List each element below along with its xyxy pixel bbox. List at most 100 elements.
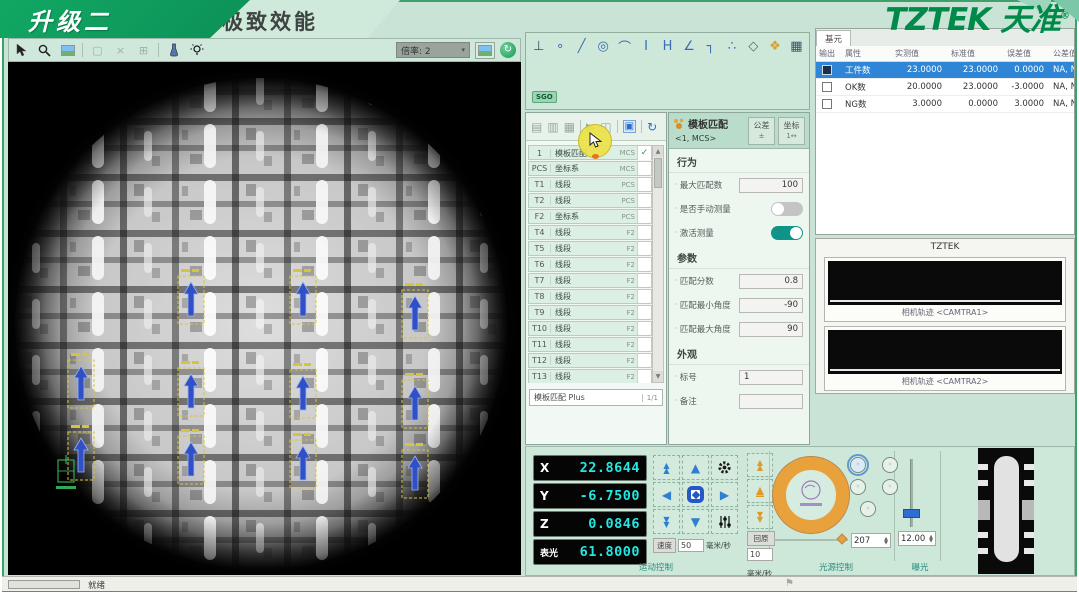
axes-icon[interactable]: ⊥	[532, 39, 545, 54]
row-checkbox[interactable]	[822, 99, 832, 109]
adjust-button[interactable]	[711, 509, 738, 534]
tab-primitives[interactable]: 基元	[816, 30, 851, 46]
steps-footer-tab[interactable]: 模板匹配 Plus1/1	[529, 389, 663, 406]
table-row[interactable]: 工件数 23.0000 23.0000 0.0000 NA, NA	[816, 62, 1074, 79]
list-item[interactable]: T10线段F2	[528, 321, 652, 336]
list-item[interactable]: PCS坐标系MCS	[528, 161, 652, 176]
light-channel-3[interactable]: ◦	[850, 479, 866, 495]
speed-field[interactable]: 50	[678, 539, 704, 552]
jog-up-fast-button[interactable]: ▲▲	[653, 455, 680, 480]
score-field[interactable]: 0.8	[739, 274, 803, 289]
jog-down-button[interactable]: ▼	[682, 509, 709, 534]
cursor-tool-icon[interactable]	[13, 42, 30, 59]
open-icon[interactable]: ▤	[531, 120, 542, 134]
step-name: 线段	[551, 355, 611, 366]
scroll-up-icon[interactable]: ▲	[653, 146, 663, 157]
z-up-fast-button[interactable]: ▲▲	[747, 453, 773, 477]
list-item[interactable]: T7线段F2	[528, 273, 652, 288]
table-icon[interactable]: ▦	[790, 39, 803, 54]
exposure-slider-handle[interactable]	[903, 509, 920, 518]
jog-wheel[interactable]	[773, 457, 849, 533]
jog-up-button[interactable]: ▲	[682, 455, 709, 480]
save-icon[interactable]: ▦	[564, 120, 575, 134]
list-item[interactable]: T12线段F2	[528, 353, 652, 368]
row-checkbox[interactable]	[822, 65, 832, 75]
sync-icon[interactable]: ↻	[500, 42, 516, 58]
home-button[interactable]: 回原	[747, 531, 775, 546]
slider-handle[interactable]	[836, 533, 847, 544]
snapshot-button[interactable]	[475, 42, 495, 59]
note-field[interactable]	[739, 394, 803, 409]
min-angle-field[interactable]: -90	[739, 298, 803, 313]
jog-down-fast-button[interactable]: ▼▼	[653, 509, 680, 534]
exposure-spinner[interactable]: 12.00▲▼	[898, 531, 936, 546]
width-icon[interactable]: Η	[661, 39, 674, 54]
z-down-fast-button[interactable]: ▼▼	[747, 505, 773, 529]
window-tool-icon[interactable]: ▢	[89, 42, 106, 59]
list-item[interactable]: T9线段F2	[528, 305, 652, 320]
cube-icon[interactable]: ❖	[768, 39, 781, 54]
image-tool-icon[interactable]	[59, 42, 76, 59]
scrollbar[interactable]: ▲▼	[652, 145, 664, 383]
scroll-thumb[interactable]	[654, 158, 662, 188]
table-row[interactable]: NG数 3.0000 0.0000 3.0000 NA, NA	[816, 96, 1074, 113]
camera-viewport[interactable]	[8, 62, 521, 575]
z-up-button[interactable]: ▲	[747, 479, 773, 503]
polygon-icon[interactable]: ◇	[747, 39, 760, 54]
close-tool-icon[interactable]: ×	[112, 42, 129, 59]
jog-right-button[interactable]: ▶	[711, 482, 738, 507]
scroll-down-icon[interactable]: ▼	[653, 371, 663, 382]
stop-button[interactable]	[682, 482, 709, 507]
light-channel-1[interactable]: ◦	[850, 457, 866, 473]
light-channel-5[interactable]: ◦	[860, 501, 876, 517]
stepper-icons[interactable]: ▲▼	[884, 537, 888, 545]
stepper-icons[interactable]: ▲▼	[929, 535, 933, 543]
scatter-icon[interactable]: ∴	[725, 39, 738, 54]
manual-measure-toggle[interactable]	[771, 202, 803, 216]
arc-icon[interactable]: ⌒	[618, 37, 631, 56]
coordinate-button[interactable]: 坐标1↔	[778, 117, 805, 145]
registered-mark: ®	[1060, 11, 1069, 22]
corner-icon[interactable]: ┐	[704, 39, 717, 54]
angle-icon[interactable]: ∠	[682, 39, 695, 54]
list-item[interactable]: T8线段F2	[528, 289, 652, 304]
active-measure-toggle[interactable]	[771, 226, 803, 240]
light-slider[interactable]	[774, 539, 848, 541]
jog-left-button[interactable]: ◀	[653, 482, 680, 507]
circle-icon[interactable]: ◎	[596, 39, 609, 54]
list-item[interactable]: T5线段F2	[528, 241, 652, 256]
list-item[interactable]: T4线段F2	[528, 225, 652, 240]
refresh-icon[interactable]: ↻	[647, 120, 657, 134]
light-channel-4[interactable]: ◦	[882, 479, 898, 495]
row-checkbox[interactable]	[822, 82, 832, 92]
step-id: 1	[529, 149, 551, 158]
tolerance-button[interactable]: 公差±	[748, 117, 775, 145]
trajectory-figure[interactable]: 相机轨迹 <CAMTRA1>	[824, 257, 1066, 322]
max-angle-field[interactable]: 90	[739, 322, 803, 337]
zoom-tool-icon[interactable]	[36, 42, 53, 59]
copy-icon[interactable]: ▥	[547, 120, 558, 134]
list-item[interactable]: T1线段PCS	[528, 177, 652, 192]
line-icon[interactable]: ╱	[575, 39, 588, 54]
light-value-spinner[interactable]: 207▲▼	[851, 533, 891, 548]
list-item[interactable]: T11线段F2	[528, 337, 652, 352]
magnification-select[interactable]: 倍率: 2▾	[396, 42, 470, 58]
flask-icon[interactable]	[165, 42, 182, 59]
point-icon[interactable]: ∘	[553, 39, 566, 54]
trajectory-image	[828, 261, 1062, 305]
add-region-icon[interactable]: ⊞	[135, 42, 152, 59]
monitor-icon[interactable]: ▣	[623, 120, 636, 133]
step-field[interactable]: 10	[747, 548, 773, 561]
light-channel-2[interactable]: ◦	[882, 457, 898, 473]
max-match-field[interactable]: 100	[739, 178, 803, 193]
trajectory-figure[interactable]: 相机轨迹 <CAMTRA2>	[824, 326, 1066, 391]
list-item[interactable]: F2坐标系PCS	[528, 209, 652, 224]
list-item[interactable]: T6线段F2	[528, 257, 652, 272]
list-item[interactable]: T13线段F2	[528, 369, 652, 383]
table-row[interactable]: OK数 20.0000 23.0000 -3.0000 NA, NA	[816, 79, 1074, 96]
distance-icon[interactable]: Ι	[639, 39, 652, 54]
lightbulb-icon[interactable]	[188, 42, 205, 59]
tag-field[interactable]: 1	[739, 370, 803, 385]
list-item[interactable]: T2线段PCS	[528, 193, 652, 208]
settings-button[interactable]	[711, 455, 738, 480]
